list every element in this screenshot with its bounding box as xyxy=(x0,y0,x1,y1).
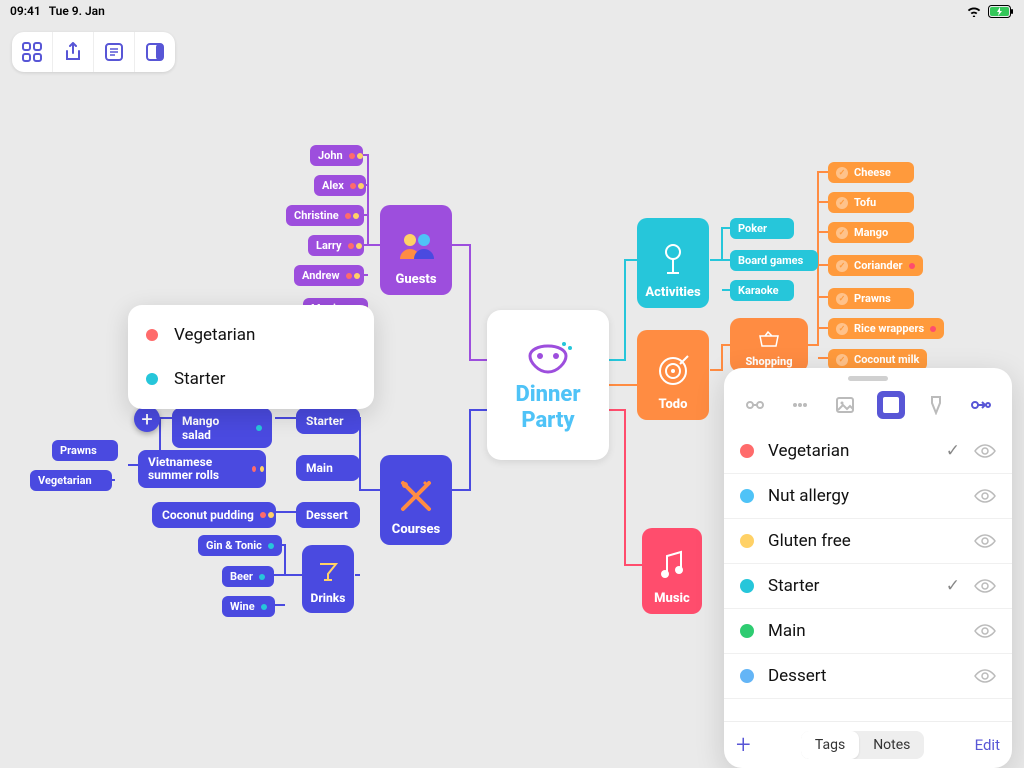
shopping-item-node[interactable]: ✓Rice wrappers xyxy=(828,318,944,339)
panel-tab-tags-icon[interactable]: # xyxy=(877,391,905,419)
edit-button[interactable]: Edit xyxy=(975,736,1000,754)
shopping-item-node[interactable]: ✓Mango xyxy=(828,222,914,243)
visibility-icon[interactable] xyxy=(974,533,996,549)
shopping-item-node[interactable]: ✓Coriander xyxy=(828,255,923,276)
guests-node[interactable]: Guests xyxy=(380,205,452,295)
panel-tab-image-icon[interactable] xyxy=(831,391,859,419)
tag-color-dot xyxy=(740,669,754,683)
root-node[interactable]: Dinner Party xyxy=(487,310,609,460)
panel-tab-more-icon[interactable] xyxy=(786,391,814,419)
main-node[interactable]: Main xyxy=(296,455,360,481)
drink-node[interactable]: Gin & Tonic xyxy=(198,535,282,556)
check-icon: ✓ xyxy=(946,576,960,596)
cocktail-icon xyxy=(315,559,341,585)
check-icon: ✓ xyxy=(946,441,960,461)
panel-tab-connections-icon[interactable] xyxy=(741,391,769,419)
tag-tooltip: VegetarianStarter xyxy=(128,305,374,409)
mic-icon xyxy=(653,239,693,279)
visibility-icon[interactable] xyxy=(974,668,996,684)
add-tag-button[interactable]: + xyxy=(736,730,751,760)
tags-panel[interactable]: # Vegetarian ✓ Nut allergy Gluten free S… xyxy=(724,368,1012,768)
panel-segment[interactable]: Tags Notes xyxy=(801,731,925,759)
visibility-icon[interactable] xyxy=(974,488,996,504)
people-icon xyxy=(396,226,436,266)
seg-notes[interactable]: Notes xyxy=(859,731,924,759)
basket-icon xyxy=(758,329,780,349)
visibility-icon[interactable] xyxy=(974,443,996,459)
tag-label: Dessert xyxy=(768,666,826,686)
shopping-item-node[interactable]: ✓Coconut milk xyxy=(828,349,927,370)
activity-node[interactable]: Karaoke xyxy=(730,280,794,301)
shopping-item-node[interactable]: ✓Prawns xyxy=(828,288,914,309)
dessert-node[interactable]: Dessert xyxy=(296,502,360,528)
tag-list: Vegetarian ✓ Nut allergy Gluten free Sta… xyxy=(724,429,1012,721)
activity-node[interactable]: Poker xyxy=(730,218,794,239)
tag-row[interactable]: Vegetarian ✓ xyxy=(724,429,1012,474)
activities-node[interactable]: Activities xyxy=(637,218,709,308)
shopping-item-node[interactable]: ✓Cheese xyxy=(828,162,914,183)
tag-color-dot xyxy=(740,489,754,503)
tag-label: Main xyxy=(768,621,806,641)
mango-salad-node[interactable]: Mango salad xyxy=(172,408,272,448)
svg-text:#: # xyxy=(887,399,895,414)
seg-tags[interactable]: Tags xyxy=(801,731,859,759)
tag-label: Vegetarian xyxy=(768,441,849,461)
guest-node[interactable]: Alex xyxy=(314,175,366,196)
tag-label: Starter xyxy=(768,576,819,596)
mask-icon xyxy=(520,336,576,376)
tag-dot xyxy=(146,329,158,341)
tooltip-tag-row: Vegetarian xyxy=(128,313,374,357)
guests-label: Guests xyxy=(395,272,436,287)
courses-label: Courses xyxy=(392,522,440,537)
target-icon xyxy=(653,351,693,391)
summer-rolls-node[interactable]: Vietnamese summer rolls xyxy=(138,450,266,488)
tooltip-tag-row: Starter xyxy=(128,357,374,401)
tag-label: Nut allergy xyxy=(768,486,849,506)
guest-node[interactable]: Andrew xyxy=(294,265,364,286)
tag-dot xyxy=(146,373,158,385)
visibility-icon[interactable] xyxy=(974,578,996,594)
utensils-icon xyxy=(396,476,436,516)
music-node[interactable]: Music xyxy=(642,528,702,614)
tag-row[interactable]: Dessert xyxy=(724,654,1012,699)
drink-node[interactable]: Wine xyxy=(222,596,275,617)
tag-color-dot xyxy=(740,579,754,593)
tag-row[interactable]: Main xyxy=(724,609,1012,654)
shopping-node[interactable]: Shopping xyxy=(730,318,808,372)
panel-tab-link-icon[interactable] xyxy=(967,391,995,419)
root-title: Dinner Party xyxy=(487,382,609,435)
drink-node[interactable]: Beer xyxy=(222,566,274,587)
courses-node[interactable]: Courses xyxy=(380,455,452,545)
add-node-button[interactable]: + xyxy=(134,406,160,432)
guest-node[interactable]: John xyxy=(310,145,363,166)
tag-label: Gluten free xyxy=(768,531,851,551)
tag-row[interactable]: Starter ✓ xyxy=(724,564,1012,609)
coconut-pudding-node[interactable]: Coconut pudding xyxy=(152,502,276,528)
visibility-icon[interactable] xyxy=(974,623,996,639)
panel-tab-style-icon[interactable] xyxy=(922,391,950,419)
shopping-item-node[interactable]: ✓Tofu xyxy=(828,192,914,213)
tag-color-dot xyxy=(740,444,754,458)
panel-drag-handle[interactable] xyxy=(848,376,888,381)
todo-node[interactable]: Todo xyxy=(637,330,709,420)
vegetarian-node[interactable]: Vegetarian xyxy=(30,470,112,491)
guest-node[interactable]: Christine xyxy=(286,205,364,226)
tag-color-dot xyxy=(740,624,754,638)
music-note-icon xyxy=(652,545,692,585)
activity-node[interactable]: Board games xyxy=(730,250,818,271)
prawns-node[interactable]: Prawns xyxy=(52,440,118,461)
tag-color-dot xyxy=(740,534,754,548)
guest-node[interactable]: Larry xyxy=(308,235,364,256)
drinks-node[interactable]: Drinks xyxy=(302,545,354,613)
tag-row[interactable]: Nut allergy xyxy=(724,474,1012,519)
starter-node[interactable]: Starter xyxy=(296,408,360,434)
tag-row[interactable]: Gluten free xyxy=(724,519,1012,564)
